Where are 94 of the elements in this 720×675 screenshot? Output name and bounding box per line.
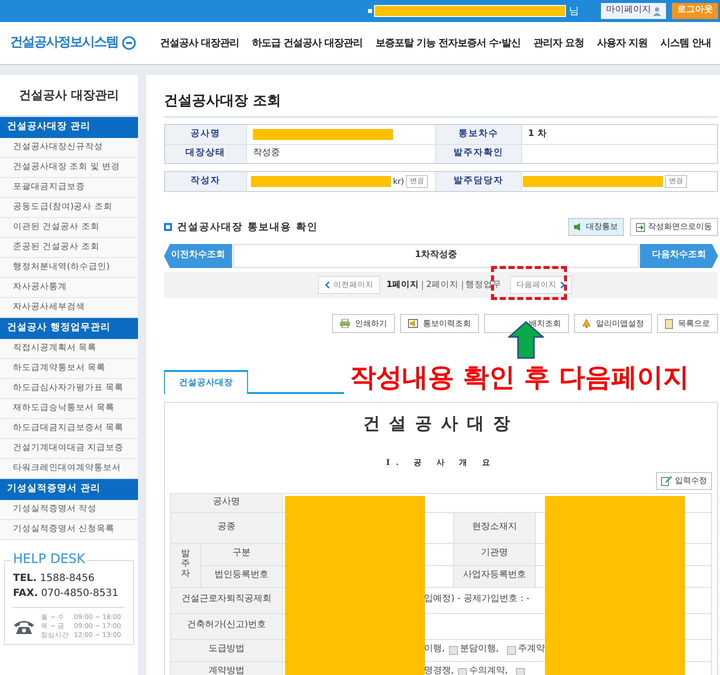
label-cell: 구분 — [201, 544, 283, 566]
arrow-right-icon — [636, 222, 645, 232]
sidebar-item[interactable]: 직접시공계획서 목록 — [0, 339, 138, 359]
sidebar-item[interactable]: 이관된 건설공사 조회 — [0, 218, 138, 238]
go-to-edit-button[interactable]: 작성화면으로이동 — [630, 218, 718, 236]
pencil-icon — [661, 476, 672, 486]
label-cell: 공사명 — [171, 494, 283, 512]
field-label: 발주담당자 — [436, 172, 521, 191]
page-link[interactable]: 2페이지 — [426, 278, 459, 292]
field-value: 이행, — [424, 643, 445, 656]
sidebar-item[interactable]: 하도급대금지급보증서 목록 — [0, 419, 138, 439]
label-cell: 도급방법 — [171, 640, 283, 662]
action-button[interactable]: 배치조회 — [484, 314, 569, 333]
page-title: 건설공사대장 조회 — [164, 91, 718, 118]
label-cell: 기관명 — [454, 544, 536, 566]
document-title: 건설공사대장 — [362, 413, 520, 436]
field-label: 통보차수 — [436, 125, 521, 144]
notify-button[interactable]: 대장통보 — [568, 218, 624, 236]
sidebar-item[interactable]: 하도급계약통보서 목록 — [0, 359, 138, 379]
checkbox-label: 분담이행, — [460, 643, 499, 656]
action-button[interactable]: 통보이력조회 — [400, 314, 479, 333]
nav-link[interactable]: 보증포탈 기능 전자보증서 수·발신 — [375, 36, 521, 50]
nav-link[interactable]: 하도급 건설공사 대장관리 — [252, 36, 362, 50]
sidebar-section-header[interactable]: 건설공사 행정업무관리 — [0, 318, 138, 339]
checkbox-label: 수의계약, — [468, 665, 508, 675]
page-link[interactable]: 1페이지 — [386, 278, 420, 292]
group-label: 발주자 — [181, 550, 190, 580]
label-cell: 공종 — [171, 512, 283, 544]
field-value: 작성중 — [253, 147, 280, 160]
sidebar-item[interactable]: 공동도급(참여)공사 조회 — [0, 198, 138, 218]
checkbox[interactable] — [448, 646, 458, 654]
label-cell: 건설근로자퇴직공제회 — [171, 588, 283, 614]
section-title: 건설공사대장 통보내용 확인 — [177, 220, 318, 234]
chevron-right-icon — [560, 281, 565, 289]
tab[interactable]: 건설공사대장 — [164, 370, 248, 394]
sidebar-item[interactable]: 행정처분내역(하수급인) — [0, 258, 138, 278]
sidebar-item[interactable]: 준공된 건설공사 조회 — [0, 238, 138, 258]
nav-link[interactable]: 관리자 요청 — [534, 36, 584, 50]
checkbox[interactable] — [458, 668, 467, 675]
user-suffix: 님 — [569, 4, 579, 18]
sidebar-item[interactable]: 자사공사통계 — [0, 278, 138, 298]
action-button[interactable]: 인쇄하기 — [332, 314, 395, 333]
sidebar-item[interactable]: 기성실적증명서 신청목록 — [0, 520, 138, 540]
field-value: 1 차 — [528, 128, 546, 141]
sidebar-item[interactable]: 건설기계대여대금 지급보증 — [0, 439, 138, 459]
sidebar-section-header[interactable]: 건설공사대장 관리 — [0, 117, 138, 138]
sidebar-item[interactable]: 타워크레인대여계약통보서 — [0, 459, 138, 479]
sidebar-item[interactable]: 기성실적증명서 작성 — [0, 500, 138, 520]
logo-text[interactable]: 건설공사정보시스템 — [10, 33, 118, 53]
sidebar-item[interactable]: 건설공사대장신규작성 — [0, 138, 138, 158]
section-heading: I. 공 사 개 요 — [385, 456, 497, 468]
label-cell: 계약방법 — [171, 662, 283, 675]
action-button[interactable]: 알리미앱설정 — [574, 314, 652, 333]
bullet-icon — [368, 9, 372, 13]
label-cell: 법인등록번호 — [201, 566, 283, 588]
sidebar-item[interactable]: 자사공사세부검색 — [0, 298, 138, 318]
nav-link[interactable]: 시스템 안내 — [660, 36, 712, 50]
sidebar-item[interactable]: 건설공사대장 조회 및 변경 — [0, 158, 138, 178]
field-label: 발주자확인 — [436, 145, 521, 163]
checkbox[interactable] — [516, 668, 525, 675]
checkbox[interactable] — [506, 646, 516, 654]
field-label: 작성자 — [165, 172, 246, 191]
field-label: 공사명 — [165, 125, 246, 144]
field-value: 입예정) - 공제가입번호 : - — [424, 593, 530, 606]
field-value: kr) — [393, 176, 404, 188]
edit-button[interactable]: 입력수정 — [656, 472, 712, 490]
sidebar-item[interactable]: 재하도급승낙통보서 목록 — [0, 399, 138, 419]
phone-number: TEL. 1588-8456 — [13, 572, 96, 586]
bell-icon — [582, 319, 591, 328]
person-icon — [653, 6, 661, 16]
sidebar-item[interactable]: 포괄대금지급보증 — [0, 178, 138, 198]
chevron-left-icon — [325, 281, 330, 289]
telephone-icon — [13, 618, 35, 634]
nav-link[interactable]: 건설공사 대장관리 — [160, 36, 239, 50]
fax-number: FAX. 070-4850-8531 — [13, 587, 120, 601]
page-link[interactable]: 행정업무 — [466, 278, 502, 292]
field-value: 명경쟁, — [424, 665, 454, 675]
checkbox-label: 주계약 — [518, 643, 545, 656]
action-button[interactable]: 목록으로 — [657, 314, 718, 333]
document-icon — [665, 318, 673, 328]
logo-icon — [122, 36, 136, 50]
speaker-icon — [574, 223, 583, 231]
field-label: 대장상태 — [165, 145, 246, 163]
printer-icon — [340, 319, 350, 328]
revision-status: 1차작성중 — [233, 244, 639, 268]
sidebar-section-header[interactable]: 기성실적증명서 관리 — [0, 479, 138, 500]
square-bullet-icon — [164, 223, 172, 231]
sidebar-item[interactable]: 하도급심사자가평가표 목록 — [0, 379, 138, 399]
mypage-button[interactable]: 마이페이지 — [601, 3, 666, 19]
nav-link[interactable]: 사용자 지원 — [597, 36, 648, 50]
label-cell: 건축허가(신고)번호 — [171, 614, 283, 640]
label-cell: 현장소재지 — [454, 512, 536, 544]
speaker-icon — [408, 319, 418, 328]
label-cell: 사업자등록번호 — [454, 566, 536, 588]
